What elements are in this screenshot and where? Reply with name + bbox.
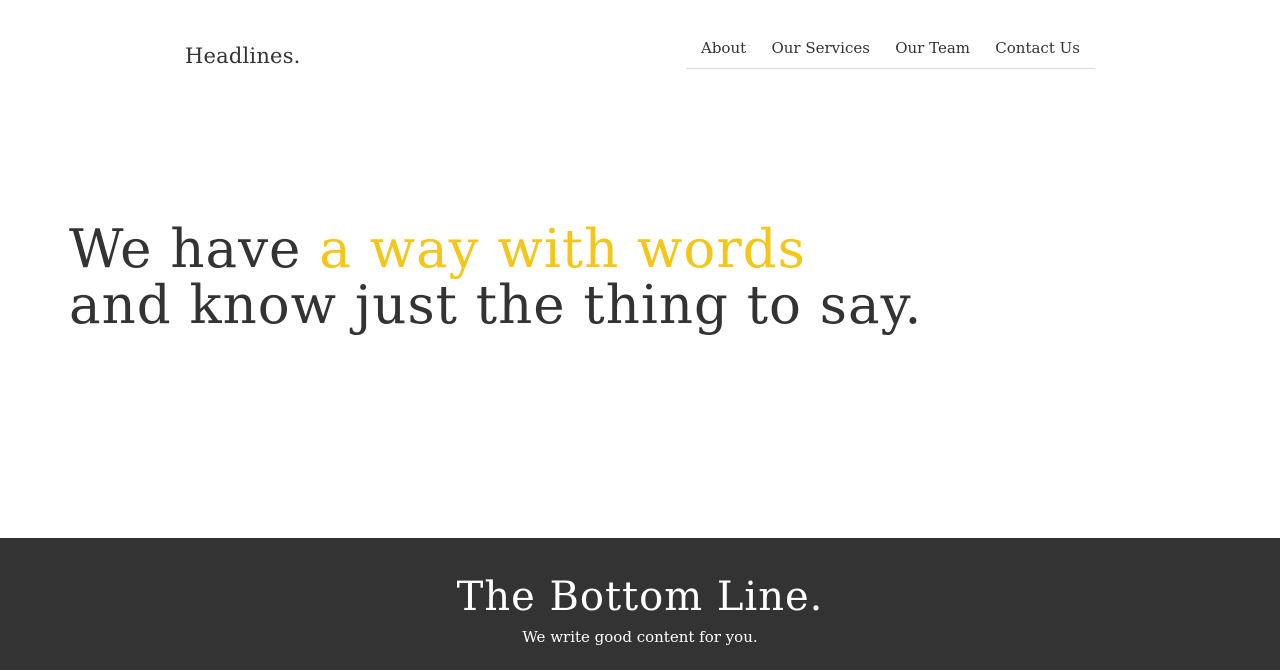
hero-headline: We have a way with words and know just t… (69, 222, 1169, 334)
hero-line1-accent: a way with words (319, 219, 806, 280)
hero-section: We have a way with words and know just t… (69, 222, 1169, 334)
bottom-title: The Bottom Line. (456, 574, 824, 620)
hero-line1-prefix: We have (69, 219, 320, 280)
nav-our-team[interactable]: Our Team (895, 29, 970, 68)
main-nav: About Our Services Our Team Contact Us (686, 30, 1095, 69)
nav-our-services[interactable]: Our Services (771, 29, 869, 68)
site-header: Headlines. About Our Services Our Team C… (0, 0, 1280, 110)
bottom-subtitle: We write good content for you. (522, 628, 758, 646)
nav-about[interactable]: About (701, 29, 746, 68)
page: Headlines. About Our Services Our Team C… (0, 0, 1280, 670)
bottom-line-section: The Bottom Line. We write good content f… (0, 538, 1280, 670)
hero-line2: and know just the thing to say. (69, 275, 923, 336)
site-logo[interactable]: Headlines. (185, 44, 301, 68)
nav-contact-us[interactable]: Contact Us (995, 29, 1080, 68)
